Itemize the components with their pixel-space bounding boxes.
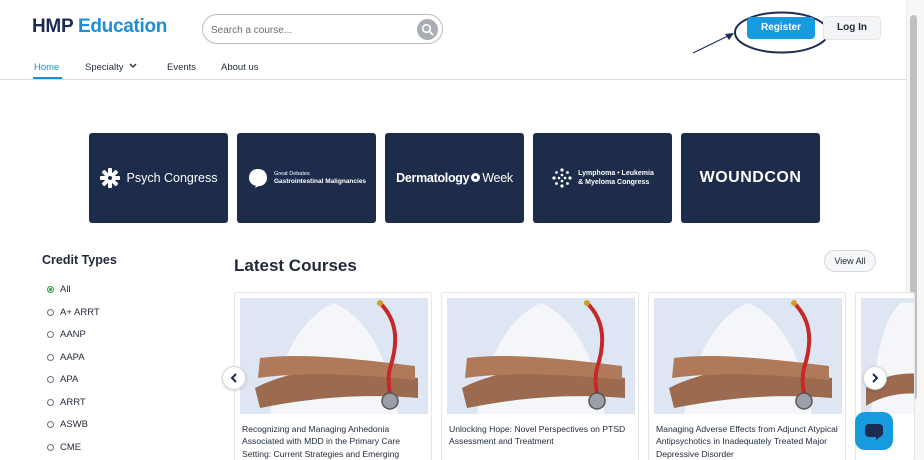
banner-psych-label: Psych Congress xyxy=(126,171,218,185)
radio-icon[interactable] xyxy=(47,308,54,316)
credit-type-label: AAPA xyxy=(60,352,85,363)
psych-congress-icon xyxy=(100,168,121,188)
doctor-stethoscope-image xyxy=(861,298,914,414)
carousel-next-button[interactable] xyxy=(863,366,887,390)
course-card[interactable]: Unlocking Hope: Novel Perspectives on PT… xyxy=(441,292,639,460)
credit-type-label: A+ ARRT xyxy=(60,307,100,318)
banner-lymphoma-text: Lymphoma • Leukemia & Myeloma Congress xyxy=(578,169,654,187)
credit-type-aanp[interactable]: AANP xyxy=(47,329,86,340)
credit-type-all[interactable]: All xyxy=(47,284,71,295)
doctor-stethoscope-image xyxy=(240,298,428,414)
latest-courses-title: Latest Courses xyxy=(234,256,357,275)
credit-type-label: CME xyxy=(60,442,82,453)
radio-icon[interactable] xyxy=(47,353,54,361)
nav-events[interactable]: Events xyxy=(167,62,196,73)
dermatology-icon xyxy=(471,173,481,182)
doctor-stethoscope-image xyxy=(654,298,842,414)
hmp-education-logo[interactable]: HMP Education xyxy=(32,16,167,38)
credit-type-label: APA xyxy=(60,374,79,385)
chat-button[interactable] xyxy=(855,412,893,450)
banner-derm-light: Week xyxy=(482,171,513,185)
credit-type-aapa[interactable]: AAPA xyxy=(47,352,85,363)
main-nav: Home Specialty Events About us xyxy=(0,58,906,80)
banner-woundcon-label: WOUNDCON xyxy=(699,169,802,186)
banner-lym-line2: & Myeloma Congress xyxy=(578,179,650,186)
chevron-down-icon xyxy=(129,63,137,68)
search-bar xyxy=(202,14,443,44)
search-icon xyxy=(421,23,434,36)
radio-icon[interactable] xyxy=(47,443,54,451)
lymphoma-icon xyxy=(552,168,572,188)
banner-gd-top: Great Debates xyxy=(273,171,310,177)
nav-active-indicator xyxy=(33,77,62,79)
radio-icon[interactable] xyxy=(47,375,54,383)
logo-hmp: HMP xyxy=(32,16,73,37)
credit-type-aswb[interactable]: ASWB xyxy=(47,419,88,430)
credit-type-label: ARRT xyxy=(60,397,86,408)
register-button[interactable]: Register xyxy=(747,17,815,39)
course-card[interactable]: Managing Adverse Effects from Adjunct At… xyxy=(648,292,846,460)
chevron-left-icon xyxy=(230,373,237,383)
credit-type-label: All xyxy=(60,284,71,295)
nav-home[interactable]: Home xyxy=(34,62,59,73)
banner-woundcon[interactable]: WOUNDCON xyxy=(681,133,820,223)
credit-type-a-arrt[interactable]: A+ ARRT xyxy=(47,307,100,318)
credit-type-cme[interactable]: CME xyxy=(47,442,81,453)
carousel-prev-button[interactable] xyxy=(222,366,246,390)
search-input[interactable] xyxy=(211,21,411,39)
credit-type-apa[interactable]: APA xyxy=(47,374,78,385)
nav-specialty[interactable]: Specialty xyxy=(85,62,137,73)
credit-type-label: ASWB xyxy=(60,419,88,430)
banner-lym-line1: Lymphoma • Leukemia xyxy=(578,170,654,177)
banner-great-debates[interactable]: Great Debates Gastrointestinal Malignanci… xyxy=(237,133,376,223)
radio-icon[interactable] xyxy=(47,420,54,428)
chat-icon-tail xyxy=(876,436,881,440)
course-title[interactable]: Managing Adverse Effects from Adjunct At… xyxy=(656,423,842,460)
banner-dermatology-week[interactable]: Dermatology Week xyxy=(385,133,524,223)
credit-types-title: Credit Types xyxy=(42,253,117,267)
view-all-button[interactable]: View All xyxy=(824,250,876,272)
banner-derm-bold: Dermatology xyxy=(396,171,470,185)
nav-about[interactable]: About us xyxy=(221,62,259,73)
search-button[interactable] xyxy=(417,19,438,40)
banner-derm-text: Dermatology Week xyxy=(396,171,513,185)
credit-type-arrt[interactable]: ARRT xyxy=(47,397,86,408)
doctor-stethoscope-image xyxy=(447,298,635,414)
course-title[interactable]: Unlocking Hope: Novel Perspectives on PT… xyxy=(449,423,635,448)
course-card[interactable]: Recognizing and Managing Anhedonia Assoc… xyxy=(234,292,432,460)
course-title[interactable]: Recognizing and Managing Anhedonia Assoc… xyxy=(242,423,428,460)
great-debates-icon xyxy=(248,169,267,188)
nav-specialty-label: Specialty xyxy=(85,62,124,73)
banner-great-debates-text: Great Debates Gastrointestinal Malignanci… xyxy=(274,170,366,186)
credit-type-label: AANP xyxy=(60,329,86,340)
radio-icon[interactable] xyxy=(47,330,54,338)
chevron-right-icon xyxy=(872,373,879,383)
banner-psych-congress[interactable]: Psych Congress xyxy=(89,133,228,223)
logo-education: Education xyxy=(77,16,168,37)
banner-gd-bottom: Gastrointestinal Malignancies xyxy=(273,178,367,185)
annotation-arrow xyxy=(692,33,734,54)
radio-selected-icon[interactable] xyxy=(47,285,54,293)
banner-lymphoma-congress[interactable]: Lymphoma • Leukemia & Myeloma Congress xyxy=(533,133,672,223)
login-button[interactable]: Log In xyxy=(823,16,881,40)
radio-icon[interactable] xyxy=(47,398,54,406)
